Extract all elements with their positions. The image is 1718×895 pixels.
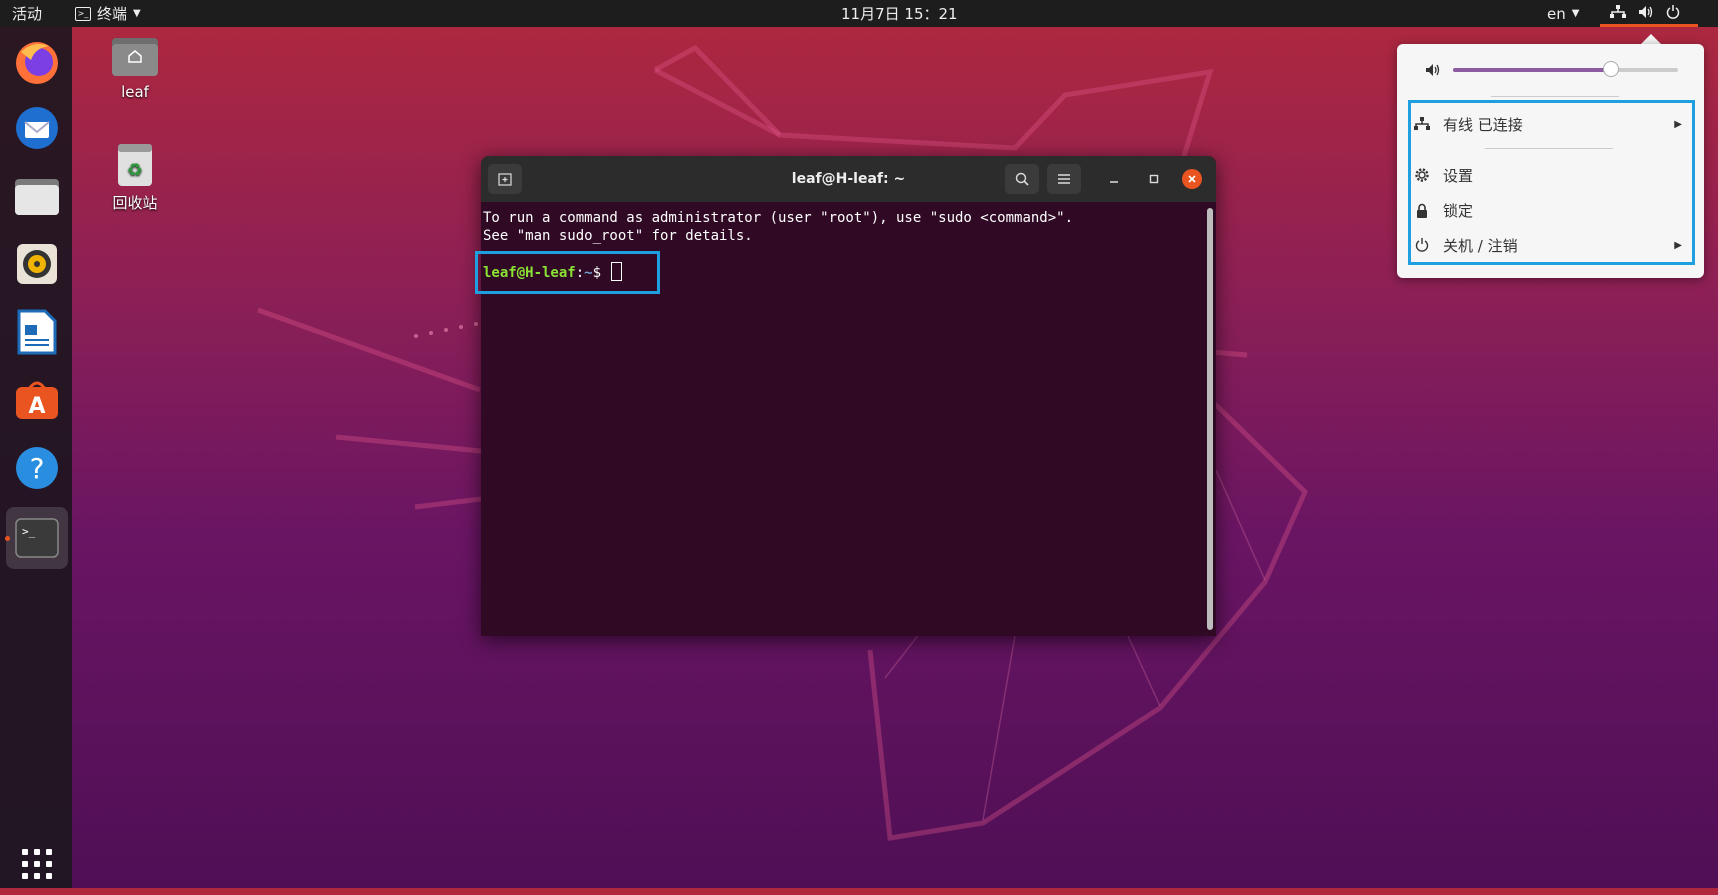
power-icon bbox=[1666, 5, 1680, 19]
prompt-highlight-box bbox=[475, 251, 660, 294]
svg-text:?: ? bbox=[30, 452, 45, 485]
terminal-headerbar[interactable]: leaf@H-leaf: ~ bbox=[481, 156, 1216, 202]
help-icon: ? bbox=[16, 447, 58, 489]
maximize-button[interactable] bbox=[1144, 169, 1164, 189]
search-button[interactable] bbox=[1005, 164, 1039, 194]
show-applications-icon bbox=[22, 849, 52, 879]
thunderbird-icon bbox=[16, 107, 58, 149]
popup-arrow bbox=[1641, 34, 1661, 44]
menu-button[interactable] bbox=[1047, 164, 1081, 194]
running-indicator bbox=[5, 536, 10, 541]
software-icon: A bbox=[16, 381, 58, 419]
desktop-home-folder[interactable]: leaf bbox=[90, 36, 180, 101]
hamburger-icon bbox=[1058, 174, 1070, 184]
dock-help[interactable]: ? bbox=[6, 437, 68, 499]
activities-button[interactable]: 活动 bbox=[12, 0, 42, 27]
top-bar: 活动 >_ 终端 ▼ 11月7日 15：21 en ▼ bbox=[0, 0, 1718, 27]
dock-firefox[interactable] bbox=[6, 31, 68, 93]
clock[interactable]: 11月7日 15：21 bbox=[841, 0, 958, 27]
terminal-line: To run a command as administrator (user … bbox=[483, 210, 1074, 226]
app-menu[interactable]: >_ 终端 ▼ bbox=[75, 0, 141, 27]
minimize-button[interactable] bbox=[1104, 169, 1124, 189]
writer-icon bbox=[17, 309, 57, 355]
rhythmbox-icon bbox=[17, 244, 57, 284]
trash-icon: ♻ bbox=[118, 144, 152, 186]
volume-slider-fill bbox=[1453, 68, 1611, 72]
dock-files[interactable] bbox=[6, 165, 68, 227]
caret-down-icon: ▼ bbox=[133, 8, 141, 19]
volume-slider-track[interactable] bbox=[1453, 61, 1678, 77]
search-icon bbox=[1015, 172, 1029, 186]
caret-down-icon: ▼ bbox=[1571, 8, 1580, 19]
terminal-scrollbar[interactable] bbox=[1207, 208, 1213, 630]
volume-icon bbox=[1639, 6, 1653, 18]
home-folder-label: leaf bbox=[121, 83, 149, 101]
close-button[interactable] bbox=[1182, 169, 1202, 189]
trash-label: 回收站 bbox=[112, 194, 158, 212]
menu-highlight-box bbox=[1408, 100, 1695, 265]
dock-terminal[interactable]: >_ bbox=[6, 507, 68, 569]
dock-rhythmbox[interactable] bbox=[6, 233, 68, 295]
activities-label: 活动 bbox=[12, 5, 43, 23]
lang-label: en bbox=[1547, 4, 1566, 23]
network-wired-icon bbox=[1610, 5, 1626, 18]
svg-text:>_: >_ bbox=[22, 525, 36, 538]
terminal-line: See "man sudo_root" for details. bbox=[483, 228, 753, 244]
volume-slider-knob[interactable] bbox=[1602, 61, 1619, 77]
svg-text:A: A bbox=[28, 394, 45, 419]
terminal-small-icon: >_ bbox=[75, 6, 91, 21]
desktop-trash[interactable]: ♻ 回收站 bbox=[90, 142, 180, 213]
clock-label: 11月7日 15：21 bbox=[841, 5, 958, 23]
dock-writer[interactable] bbox=[6, 301, 68, 363]
volume-row[interactable] bbox=[1397, 58, 1704, 82]
volume-icon bbox=[1426, 64, 1440, 76]
dock-thunderbird[interactable] bbox=[6, 97, 68, 159]
home-folder-icon bbox=[112, 38, 158, 76]
show-applications-button[interactable] bbox=[6, 833, 68, 895]
dock-software[interactable]: A bbox=[6, 369, 68, 431]
terminal-icon: >_ bbox=[15, 518, 59, 558]
dock: A ? >_ bbox=[0, 27, 72, 888]
app-menu-label: 终端 bbox=[97, 5, 128, 23]
svg-text:♻: ♻ bbox=[127, 160, 143, 181]
minimize-icon bbox=[1110, 181, 1118, 183]
terminal-window[interactable]: leaf@H-leaf: ~ To run a command as admin… bbox=[481, 156, 1216, 636]
close-icon bbox=[1188, 175, 1196, 183]
maximize-icon bbox=[1149, 174, 1159, 184]
firefox-icon bbox=[16, 42, 58, 84]
input-source-button[interactable]: en ▼ bbox=[1547, 0, 1579, 27]
system-status-button[interactable] bbox=[1600, 0, 1698, 27]
files-icon bbox=[15, 179, 59, 215]
separator bbox=[1491, 96, 1619, 97]
